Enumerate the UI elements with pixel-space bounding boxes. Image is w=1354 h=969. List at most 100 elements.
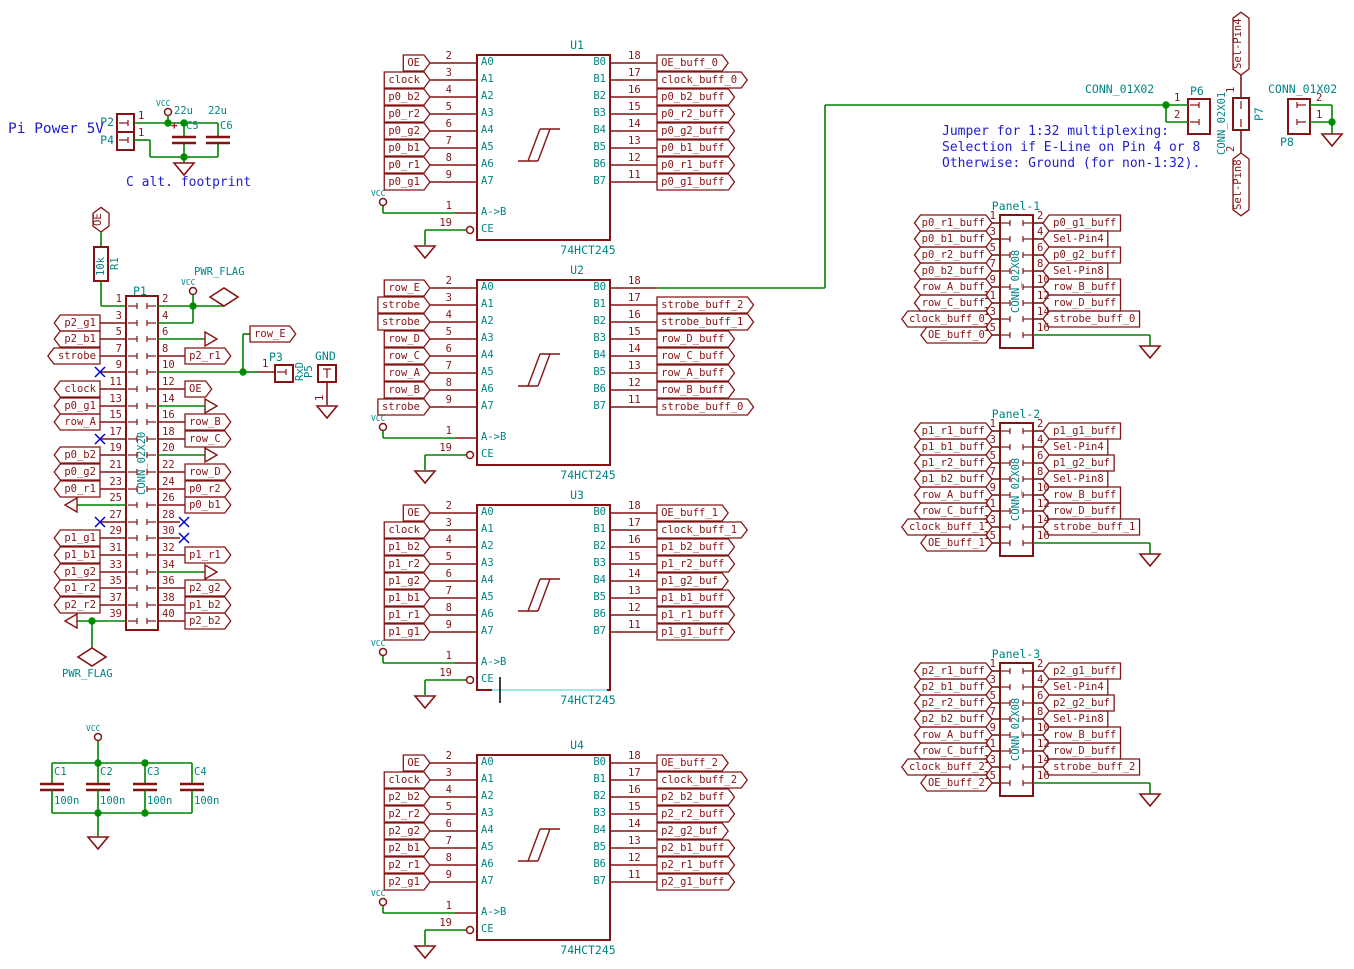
global-label-clock_buff_0[interactable]: clock_buff_0 xyxy=(908,311,986,327)
global-label-strobe[interactable]: strobe xyxy=(378,399,424,415)
cap-ref[interactable]: C5 xyxy=(186,119,199,133)
global-label-strobe_buff_0[interactable]: strobe_buff_0 xyxy=(1049,311,1140,327)
global-label-row_A_buff[interactable]: row_A_buff xyxy=(921,279,987,295)
global-label-p1_r1_buff[interactable]: p1_r1_buff xyxy=(921,423,987,439)
global-label-row_B_buff[interactable]: row_B_buff xyxy=(1049,727,1121,743)
global-label-row_E[interactable]: row_E xyxy=(384,280,424,296)
global-label-p2_r2_buff[interactable]: p2_r2_buff xyxy=(657,806,729,822)
cap-ref[interactable]: C4 xyxy=(194,765,207,779)
global-label-p0_r2[interactable]: p0_r2 xyxy=(185,481,225,497)
global-label-OE_buff_2[interactable]: OE_buff_2 xyxy=(657,755,722,771)
global-label-clock_buff_2[interactable]: clock_buff_2 xyxy=(908,759,986,775)
global-label-p2_g2[interactable]: p2_g2 xyxy=(185,580,225,596)
global-label-OE[interactable]: OE xyxy=(185,381,206,397)
global-label-p2_b2_buff[interactable]: p2_b2_buff xyxy=(921,711,987,727)
global-label-strobe_buff_1[interactable]: strobe_buff_1 xyxy=(657,314,748,330)
ic-ref[interactable]: U1 xyxy=(570,38,584,52)
global-label-p2_g2_buf[interactable]: p2_g2_buf xyxy=(657,823,722,839)
cap-ref[interactable]: C1 xyxy=(54,765,67,779)
connector-ref[interactable]: P5 xyxy=(303,365,316,378)
global-label-row_C_buff[interactable]: row_C_buff xyxy=(921,295,987,311)
global-label-row_C[interactable]: row_C xyxy=(185,431,225,447)
global-label-p2_r1[interactable]: p2_r1 xyxy=(185,348,225,364)
connector-p4[interactable] xyxy=(117,132,134,150)
cap-ref[interactable]: C6 xyxy=(220,119,233,133)
global-label-p1_g1[interactable]: p1_g1 xyxy=(384,624,424,640)
global-label-p1_b1[interactable]: p1_b1 xyxy=(60,547,100,563)
global-label-OE[interactable]: OE xyxy=(403,505,424,521)
connector-ref[interactable]: P4 xyxy=(100,133,114,147)
global-label-OE_buff_1[interactable]: OE_buff_1 xyxy=(657,505,722,521)
global-label-row_C_buff[interactable]: row_C_buff xyxy=(921,743,987,759)
connector-ref[interactable]: P3 xyxy=(269,350,283,364)
ic-value[interactable]: 74HCT245 xyxy=(560,243,615,257)
global-label-p0_r1[interactable]: p0_r1 xyxy=(60,481,100,497)
global-label-p0_r2_buff[interactable]: p0_r2_buff xyxy=(921,247,987,263)
connector-ref[interactable]: P2 xyxy=(100,115,114,129)
resistor-value[interactable]: 10k xyxy=(95,257,108,276)
connector-ref[interactable]: P7 xyxy=(1253,107,1266,121)
global-label-p1_r2[interactable]: p1_r2 xyxy=(384,556,424,572)
global-label-p1_b2[interactable]: p1_b2 xyxy=(384,539,424,555)
global-label-p1_r2_buff[interactable]: p1_r2_buff xyxy=(921,455,987,471)
global-label-row_C[interactable]: row_C xyxy=(384,348,424,364)
global-label-p0_r1[interactable]: p0_r1 xyxy=(384,157,424,173)
global-label-p1_g2[interactable]: p1_g2 xyxy=(60,564,100,580)
global-label-p2_r2[interactable]: p2_r2 xyxy=(60,597,100,613)
global-label-clock[interactable]: clock xyxy=(384,72,424,88)
connector-value[interactable]: CONN_02X20 xyxy=(136,432,149,495)
global-label-p0_g1[interactable]: p0_g1 xyxy=(60,398,100,414)
cap-ref[interactable]: C2 xyxy=(100,765,113,779)
global-label-row_D[interactable]: row_D xyxy=(185,464,225,480)
global-label-row_A_buff[interactable]: row_A_buff xyxy=(921,727,987,743)
global-label-p2_b1_buff[interactable]: p2_b1_buff xyxy=(921,679,987,695)
global-label-p0_r2[interactable]: p0_r2 xyxy=(384,106,424,122)
global-label-p1_b1_buff[interactable]: p1_b1_buff xyxy=(921,439,987,455)
global-label-p0_b1_buff[interactable]: p0_b1_buff xyxy=(657,140,729,156)
global-label-p0_b2[interactable]: p0_b2 xyxy=(60,447,100,463)
global-label-p0_r2_buff[interactable]: p0_r2_buff xyxy=(657,106,729,122)
global-label-p2_r2[interactable]: p2_r2 xyxy=(384,806,424,822)
global-label-p1_b1_buff[interactable]: p1_b1_buff xyxy=(657,590,729,606)
global-label-row_A[interactable]: row_A xyxy=(384,365,424,381)
global-label-row_B_buff[interactable]: row_B_buff xyxy=(657,382,729,398)
global-label-p1_g2[interactable]: p1_g2 xyxy=(384,573,424,589)
cap-value[interactable]: 100n xyxy=(100,794,125,808)
ic-value[interactable]: 74HCT245 xyxy=(560,693,615,707)
global-label-p2_b2[interactable]: p2_b2 xyxy=(185,613,225,629)
global-label-p1_b2_buff[interactable]: p1_b2_buff xyxy=(921,471,987,487)
cap-value[interactable]: 100n xyxy=(54,794,79,808)
global-label-OE_buff_0[interactable]: OE_buff_0 xyxy=(927,327,986,343)
pwr-flag-label[interactable]: PWR_FLAG xyxy=(62,667,113,681)
connector-value[interactable]: CONN_01X02 xyxy=(1268,82,1337,96)
global-label-strobe[interactable]: strobe xyxy=(54,348,100,364)
note-pi-power[interactable]: Pi Power 5V xyxy=(8,121,104,138)
global-label-OE[interactable]: OE xyxy=(403,755,424,771)
global-label-p0_g1_buff[interactable]: p0_g1_buff xyxy=(1049,215,1121,231)
global-label-strobe_buff_2[interactable]: strobe_buff_2 xyxy=(657,297,748,313)
connector-ref[interactable]: Panel-1 xyxy=(992,199,1040,213)
ic-value[interactable]: 74HCT245 xyxy=(560,468,615,482)
cap-value[interactable]: 100n xyxy=(194,794,219,808)
global-label-row_D[interactable]: row_D xyxy=(384,331,424,347)
connector-ref[interactable]: P6 xyxy=(1190,84,1204,98)
ic-ref[interactable]: U4 xyxy=(570,738,584,752)
cap-ref[interactable]: C3 xyxy=(147,765,160,779)
global-label-p1_r1[interactable]: p1_r1 xyxy=(384,607,424,623)
global-label-row_A[interactable]: row_A xyxy=(60,414,100,430)
global-label-strobe_buff_2[interactable]: strobe_buff_2 xyxy=(1049,759,1140,775)
note-jumper-line[interactable]: Selection if E-Line on Pin 4 or 8 xyxy=(942,140,1200,156)
global-label-clock[interactable]: clock xyxy=(60,381,100,397)
note-jumper-line[interactable]: Jumper for 1:32 multiplexing: xyxy=(942,124,1169,140)
global-label-clock_buff_1[interactable]: clock_buff_1 xyxy=(657,522,741,538)
global-label-strobe_buff_0[interactable]: strobe_buff_0 xyxy=(657,399,748,415)
global-label-p0_g2_buff[interactable]: p0_g2_buff xyxy=(657,123,729,139)
global-label-row_C_buff[interactable]: row_C_buff xyxy=(921,503,987,519)
connector-ref[interactable]: Panel-2 xyxy=(992,407,1040,421)
cap-value[interactable]: 100n xyxy=(147,794,172,808)
global-label-OE_buff_1[interactable]: OE_buff_1 xyxy=(927,535,986,551)
global-label-p0_b1[interactable]: p0_b1 xyxy=(384,140,424,156)
global-label-p1_r2[interactable]: p1_r2 xyxy=(60,580,100,596)
global-label-clock_buff_1[interactable]: clock_buff_1 xyxy=(908,519,986,535)
global-label-p0_b2[interactable]: p0_b2 xyxy=(384,89,424,105)
